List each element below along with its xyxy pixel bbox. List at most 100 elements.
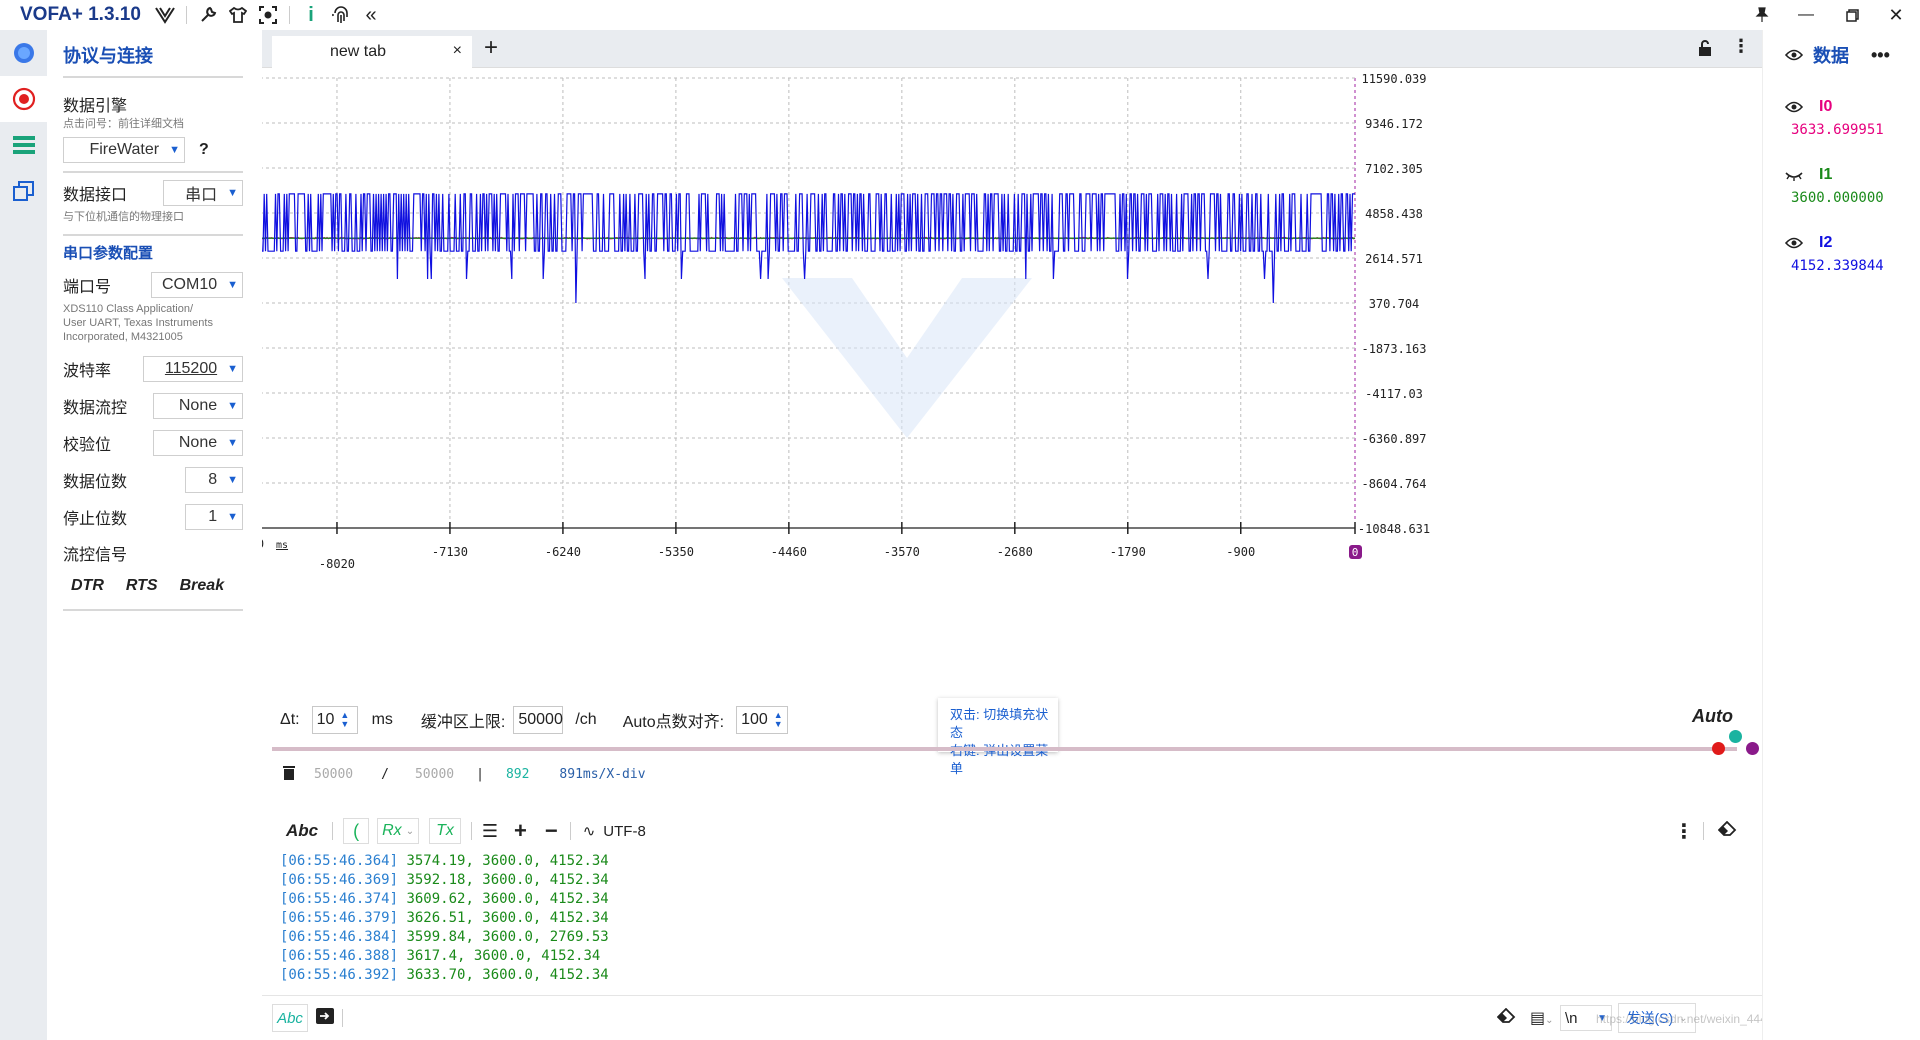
align-label: Auto点数对齐:: [622, 714, 725, 731]
eye-icon[interactable]: [1784, 45, 1804, 66]
send-abc-toggle[interactable]: Abc: [272, 1004, 308, 1032]
buffer-input[interactable]: 50000: [513, 706, 564, 734]
slider-handle-teal[interactable]: [1729, 730, 1742, 743]
connection-icon[interactable]: [0, 30, 47, 76]
eye-closed-icon[interactable]: [1785, 169, 1803, 181]
chevron-down-icon: ▼: [169, 144, 180, 156]
buffer-label: 缓冲区上限:: [420, 714, 506, 731]
port-label: 端口号: [63, 279, 112, 296]
divider: [569, 822, 571, 840]
collapse-icon[interactable]: «: [356, 0, 386, 30]
channel-value: 3600.000000: [1791, 190, 1884, 206]
more-icon[interactable]: ⋮: [1674, 819, 1694, 844]
port-desc-line: User UART, Texas Instruments: [63, 317, 213, 329]
databits-select[interactable]: 8 ▼: [185, 466, 243, 493]
align-input[interactable]: 100 ▲ ▼: [736, 706, 789, 734]
list-icon[interactable]: [0, 122, 47, 168]
parity-select[interactable]: None ▼: [153, 429, 243, 456]
close-button[interactable]: ✕: [1874, 0, 1918, 30]
lock-icon[interactable]: [1697, 40, 1713, 61]
rx-toggle[interactable]: Rx ⌄: [377, 818, 420, 844]
waveform-chart[interactable]: 11590.039 9346.172 7102.305 4858.438 2614.57…: [262, 68, 1762, 628]
more-icon[interactable]: •••: [1871, 45, 1890, 66]
chevron-down-icon: ▼: [227, 473, 238, 486]
waveform-icon[interactable]: ∿: [583, 822, 596, 840]
auto-button[interactable]: Auto: [1692, 706, 1733, 727]
record-icon[interactable]: [0, 76, 47, 122]
interface-hint: 与下位机通信的物理接口: [63, 211, 184, 223]
databits-value: 8: [208, 470, 218, 488]
windows-icon[interactable]: [0, 168, 47, 214]
close-icon[interactable]: ×: [453, 42, 462, 60]
vofa-logo-icon[interactable]: [150, 0, 180, 30]
separator: |: [476, 766, 484, 782]
channel-item[interactable]: I2 4152.339844: [1785, 228, 1920, 296]
engine-select[interactable]: FireWater ▼: [63, 137, 185, 163]
pin-icon[interactable]: [1740, 0, 1784, 30]
slider-handle-purple[interactable]: [1746, 742, 1759, 755]
interface-select[interactable]: 串口 ▼: [163, 180, 243, 206]
eye-icon[interactable]: [1785, 237, 1803, 249]
log-line: [06:55:46.384] 3599.84, 3600.0, 2769.53: [280, 928, 609, 947]
encoding-label[interactable]: UTF-8: [603, 823, 646, 840]
tx-toggle[interactable]: Tx: [429, 818, 461, 844]
wrench-icon[interactable]: [193, 0, 223, 30]
x-tick-label: -2680: [997, 545, 1033, 559]
restore-button[interactable]: [1830, 0, 1874, 30]
format-icon[interactable]: ☰: [482, 821, 498, 842]
engine-value: FireWater: [89, 141, 160, 158]
minus-icon[interactable]: −: [545, 818, 558, 844]
capture-icon[interactable]: [253, 0, 283, 30]
y-tick-label: -10848.631: [1358, 522, 1430, 536]
eraser-icon[interactable]: [1717, 820, 1738, 842]
y-tick-label: 9346.172: [1365, 117, 1423, 131]
minimize-button[interactable]: —: [1784, 0, 1828, 30]
chevron-down-icon: ▼: [227, 510, 238, 523]
channel-item[interactable]: I1 3600.000000: [1785, 160, 1920, 228]
dt-input[interactable]: 10 ▲ ▼: [311, 706, 358, 734]
buffer-unit: /ch: [575, 711, 597, 728]
eye-icon[interactable]: [1785, 101, 1803, 113]
rts-button[interactable]: RTS: [126, 577, 158, 595]
dtr-button[interactable]: DTR: [71, 577, 104, 595]
info-icon[interactable]: i: [296, 0, 326, 30]
command-list-icon[interactable]: ▤⌄: [1530, 1008, 1554, 1028]
log-values: 3609.62, 3600.0, 4152.34: [398, 891, 609, 907]
eraser-icon[interactable]: [1496, 1007, 1517, 1029]
slider-handle-red[interactable]: [1712, 742, 1725, 755]
baud-select[interactable]: 115200 ▼: [143, 355, 243, 382]
spin-icon[interactable]: ▲ ▼: [774, 711, 783, 729]
tab-new-tab[interactable]: new tab ×: [272, 36, 472, 68]
chevron-down-icon: ⌄: [1545, 1015, 1554, 1026]
log-values: 3626.51, 3600.0, 4152.34: [398, 910, 609, 926]
channel-item[interactable]: I0 3633.699951: [1785, 92, 1920, 160]
abc-toggle[interactable]: Abc: [286, 821, 318, 841]
hex-toggle-icon[interactable]: (: [343, 818, 370, 844]
more-icon[interactable]: ⋮: [1732, 36, 1750, 57]
send-mode-icon[interactable]: [316, 1007, 334, 1029]
y-tick-label: 2614.571: [1365, 252, 1423, 266]
x-unit-label: ms: [276, 540, 288, 551]
parity-value: None: [178, 433, 218, 451]
break-button[interactable]: Break: [180, 577, 224, 595]
send-bar: Abc ▤⌄ \n ▼ 发送(S) ⌄ https://blog.csdn.net/…: [262, 995, 1800, 1040]
port-select[interactable]: COM10 ▼: [151, 272, 243, 298]
add-tab-button[interactable]: +: [484, 34, 498, 62]
fingerprint-icon[interactable]: [326, 0, 356, 30]
data-panel-header: 数据 •••: [1784, 30, 1920, 80]
flow-select[interactable]: None ▼: [153, 392, 243, 419]
help-button[interactable]: ?: [199, 141, 209, 159]
separator: /: [381, 766, 389, 782]
plus-icon[interactable]: +: [514, 818, 527, 844]
data-panel: 数据 ••• I0 3633.699951 I1 3600.000000 I2 4152.…: [1762, 30, 1920, 1040]
channel-name: I2: [1819, 234, 1833, 251]
trash-icon[interactable]: [282, 764, 296, 784]
log-timestamp: [06:55:46.388]: [280, 948, 399, 964]
chevron-down-icon: ▼: [227, 279, 238, 291]
y-tick-label: 370.704: [1369, 297, 1420, 311]
stopbits-select[interactable]: 1 ▼: [185, 503, 243, 530]
shirt-icon[interactable]: [223, 0, 253, 30]
spin-icon[interactable]: ▲ ▼: [340, 711, 349, 729]
timeline-slider[interactable]: [272, 747, 1737, 751]
divider: [1703, 822, 1704, 840]
